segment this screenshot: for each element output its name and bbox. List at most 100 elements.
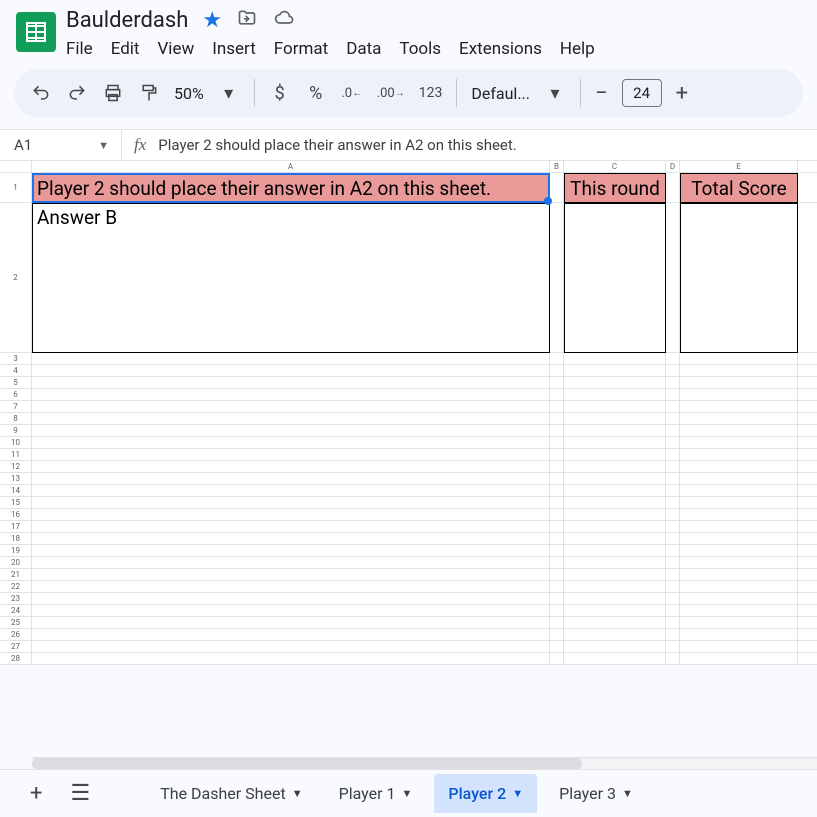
cell-r17-c4[interactable] [680,521,798,533]
cell-r26-c2[interactable] [564,629,666,641]
cell-r15-c5[interactable] [798,497,817,509]
document-title[interactable]: Baulderdash [66,8,188,33]
cell-r17-c2[interactable] [564,521,666,533]
horizontal-scrollbar[interactable] [32,757,817,769]
row-header-10[interactable]: 10 [0,437,32,449]
cell-r9-c2[interactable] [564,425,666,437]
cell-F2[interactable] [798,203,817,353]
cell-r3-c2[interactable] [564,353,666,365]
column-header-D[interactable]: D [666,161,680,173]
row-header-28[interactable]: 28 [0,653,32,665]
cell-r26-c3[interactable] [666,629,680,641]
cell-r24-c1[interactable] [550,605,564,617]
cell-r28-c0[interactable] [32,653,550,665]
cell-r16-c4[interactable] [680,509,798,521]
row-header-5[interactable]: 5 [0,377,32,389]
cell-D1[interactable] [666,173,680,203]
cell-r17-c3[interactable] [666,521,680,533]
cell-r14-c5[interactable] [798,485,817,497]
chevron-down-icon[interactable]: ▼ [512,787,523,800]
cell-r10-c1[interactable] [550,437,564,449]
cell-r28-c2[interactable] [564,653,666,665]
cell-r6-c1[interactable] [550,389,564,401]
cell-r26-c4[interactable] [680,629,798,641]
sheet-tab-player1[interactable]: Player 1▼ [325,774,427,813]
cell-r15-c1[interactable] [550,497,564,509]
cell-r12-c0[interactable] [32,461,550,473]
cell-r16-c5[interactable] [798,509,817,521]
cell-r6-c0[interactable] [32,389,550,401]
cell-r5-c3[interactable] [666,377,680,389]
cell-r14-c2[interactable] [564,485,666,497]
cell-r4-c3[interactable] [666,365,680,377]
cell-r21-c2[interactable] [564,569,666,581]
cell-r23-c5[interactable] [798,593,817,605]
cell-r20-c2[interactable] [564,557,666,569]
star-icon[interactable]: ★ [202,8,222,33]
cell-r26-c0[interactable] [32,629,550,641]
cell-r17-c1[interactable] [550,521,564,533]
cell-r28-c5[interactable] [798,653,817,665]
move-folder-icon[interactable] [236,8,258,33]
cell-r9-c5[interactable] [798,425,817,437]
cell-r23-c4[interactable] [680,593,798,605]
cell-r17-c0[interactable] [32,521,550,533]
cell-r11-c3[interactable] [666,449,680,461]
undo-button[interactable] [30,83,52,103]
cell-r12-c3[interactable] [666,461,680,473]
formula-input[interactable]: Player 2 should place their answer in A2… [158,136,516,154]
row-header-1[interactable]: 1 [0,173,32,203]
increase-decimal-button[interactable]: .00→ [377,86,405,101]
cell-r16-c1[interactable] [550,509,564,521]
cell-r15-c3[interactable] [666,497,680,509]
row-header-12[interactable]: 12 [0,461,32,473]
cell-r20-c1[interactable] [550,557,564,569]
font-family-select[interactable]: Defaul... [471,84,530,103]
cell-r25-c4[interactable] [680,617,798,629]
menu-insert[interactable]: Insert [212,39,256,59]
cell-r20-c4[interactable] [680,557,798,569]
cell-r5-c2[interactable] [564,377,666,389]
cell-C2[interactable] [564,203,666,353]
cell-r6-c3[interactable] [666,389,680,401]
cell-r8-c5[interactable] [798,413,817,425]
decrease-font-size-button[interactable]: − [595,81,608,106]
cell-r10-c2[interactable] [564,437,666,449]
cell-r15-c4[interactable] [680,497,798,509]
cell-r7-c4[interactable] [680,401,798,413]
cell-r27-c5[interactable] [798,641,817,653]
cell-r6-c4[interactable] [680,389,798,401]
row-header-25[interactable]: 25 [0,617,32,629]
column-header-A[interactable]: A [32,161,550,173]
cell-r19-c1[interactable] [550,545,564,557]
cell-r11-c4[interactable] [680,449,798,461]
cell-r13-c3[interactable] [666,473,680,485]
cell-r13-c4[interactable] [680,473,798,485]
row-header-6[interactable]: 6 [0,389,32,401]
font-dropdown-icon[interactable]: ▾ [544,83,566,104]
cell-r18-c1[interactable] [550,533,564,545]
cell-r11-c1[interactable] [550,449,564,461]
cell-r11-c2[interactable] [564,449,666,461]
percent-button[interactable]: % [305,83,327,104]
cell-r18-c5[interactable] [798,533,817,545]
cell-D2[interactable] [666,203,680,353]
cell-r19-c0[interactable] [32,545,550,557]
cell-r19-c3[interactable] [666,545,680,557]
cell-r22-c0[interactable] [32,581,550,593]
menu-extensions[interactable]: Extensions [459,39,542,59]
cell-r26-c1[interactable] [550,629,564,641]
scrollbar-thumb[interactable] [32,758,582,769]
cell-r25-c0[interactable] [32,617,550,629]
cell-r18-c3[interactable] [666,533,680,545]
chevron-down-icon[interactable]: ▼ [292,787,303,800]
sheets-logo[interactable] [16,12,56,52]
cell-r7-c5[interactable] [798,401,817,413]
cell-r14-c1[interactable] [550,485,564,497]
cell-r7-c2[interactable] [564,401,666,413]
cell-r13-c2[interactable] [564,473,666,485]
column-header-E[interactable]: E [680,161,798,173]
row-header-4[interactable]: 4 [0,365,32,377]
cell-r16-c2[interactable] [564,509,666,521]
cell-r25-c1[interactable] [550,617,564,629]
